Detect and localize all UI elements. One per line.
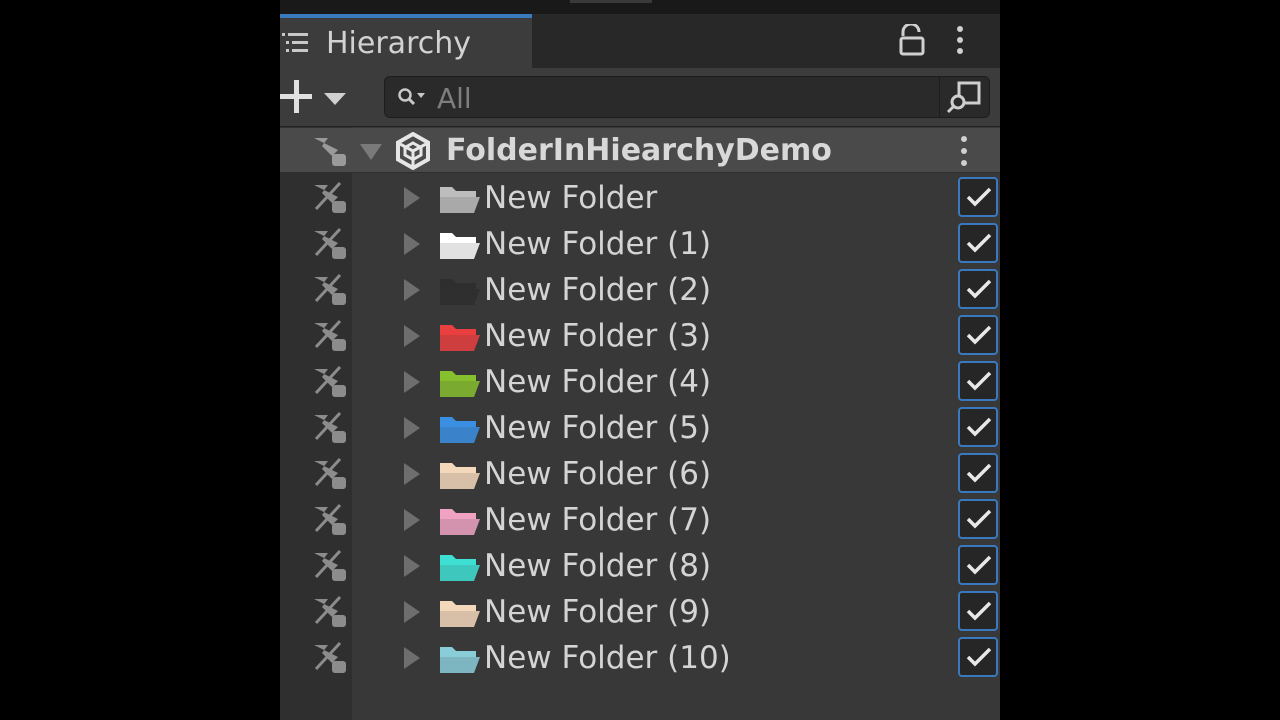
hidden-pickable-icon[interactable] bbox=[308, 361, 352, 401]
active-toggle[interactable] bbox=[958, 361, 998, 401]
triangle-right-icon[interactable] bbox=[398, 553, 424, 579]
checkmark-icon bbox=[966, 279, 992, 299]
hierarchy-row-label: New Folder (2) bbox=[484, 272, 712, 308]
folder-icon bbox=[440, 417, 480, 443]
folder-icon bbox=[440, 601, 480, 627]
hierarchy-row[interactable]: New Folder (8) bbox=[280, 543, 1000, 589]
checkmark-icon bbox=[966, 325, 992, 345]
folder-icon bbox=[440, 233, 480, 259]
checkmark-icon bbox=[966, 417, 992, 437]
hierarchy-row-label: New Folder (5) bbox=[484, 410, 712, 446]
hierarchy-row[interactable]: New Folder bbox=[280, 175, 1000, 221]
hierarchy-row[interactable]: New Folder (2) bbox=[280, 267, 1000, 313]
folder-icon bbox=[440, 509, 480, 535]
hidden-pickable-icon[interactable] bbox=[308, 545, 352, 585]
active-toggle[interactable] bbox=[958, 499, 998, 539]
hierarchy-row[interactable]: New Folder (6) bbox=[280, 451, 1000, 497]
triangle-right-icon[interactable] bbox=[398, 185, 424, 211]
active-toggle[interactable] bbox=[958, 315, 998, 355]
hidden-pickable-icon[interactable] bbox=[308, 177, 352, 217]
folder-icon bbox=[440, 279, 480, 305]
checkmark-icon bbox=[966, 555, 992, 575]
tab-bar: Hierarchy bbox=[280, 14, 1000, 68]
folder-icon bbox=[440, 647, 480, 673]
hierarchy-row-label: New Folder (3) bbox=[484, 318, 712, 354]
checkmark-icon bbox=[966, 233, 992, 253]
hierarchy-row[interactable]: New Folder (5) bbox=[280, 405, 1000, 451]
hierarchy-list-icon bbox=[282, 33, 308, 52]
scene-name: FolderInHiearchyDemo bbox=[446, 133, 832, 168]
hidden-pickable-icon[interactable] bbox=[308, 269, 352, 309]
triangle-right-icon[interactable] bbox=[398, 277, 424, 303]
scene-kebab-menu-icon[interactable] bbox=[954, 134, 974, 168]
search-icon bbox=[398, 88, 425, 106]
hierarchy-row[interactable]: New Folder (10) bbox=[280, 635, 1000, 681]
hierarchy-window: Hierarchy All FolderInHiearchyDemo New F… bbox=[280, 0, 1000, 720]
triangle-right-icon[interactable] bbox=[398, 415, 424, 441]
hierarchy-row[interactable]: New Folder (7) bbox=[280, 497, 1000, 543]
scene-search-icon[interactable] bbox=[945, 80, 985, 114]
checkmark-icon bbox=[966, 647, 992, 667]
triangle-right-icon[interactable] bbox=[398, 461, 424, 487]
triangle-down-icon[interactable] bbox=[358, 138, 384, 164]
search-field[interactable] bbox=[384, 76, 990, 118]
hidden-pickable-icon[interactable] bbox=[308, 223, 352, 263]
scene-row[interactable]: FolderInHiearchyDemo bbox=[280, 128, 1000, 173]
hierarchy-row-label: New Folder (6) bbox=[484, 456, 712, 492]
triangle-right-icon[interactable] bbox=[398, 231, 424, 257]
window-top-strip bbox=[280, 0, 1000, 14]
triangle-right-icon[interactable] bbox=[398, 369, 424, 395]
hidden-pickable-icon[interactable] bbox=[308, 315, 352, 355]
lock-icon[interactable] bbox=[898, 24, 926, 56]
hierarchy-row-label: New Folder (4) bbox=[484, 364, 712, 400]
active-toggle[interactable] bbox=[958, 637, 998, 677]
folder-icon bbox=[440, 555, 480, 581]
hidden-pickable-icon[interactable] bbox=[308, 407, 352, 447]
hidden-pickable-icon[interactable] bbox=[308, 591, 352, 631]
hierarchy-row-label: New Folder bbox=[484, 180, 658, 216]
hierarchy-row[interactable]: New Folder (1) bbox=[280, 221, 1000, 267]
folder-icon bbox=[440, 325, 480, 351]
window-drag-handle[interactable] bbox=[570, 0, 652, 3]
active-toggle[interactable] bbox=[958, 269, 998, 309]
triangle-right-icon[interactable] bbox=[398, 645, 424, 671]
tab-title: Hierarchy bbox=[326, 26, 472, 61]
unity-logo-icon bbox=[396, 132, 430, 170]
hierarchy-row-label: New Folder (7) bbox=[484, 502, 712, 538]
hierarchy-row-label: New Folder (9) bbox=[484, 594, 712, 630]
active-toggle[interactable] bbox=[958, 223, 998, 263]
hidden-pickable-icon[interactable] bbox=[308, 499, 352, 539]
hidden-pickable-icon[interactable] bbox=[308, 453, 352, 493]
hierarchy-row-label: New Folder (1) bbox=[484, 226, 712, 262]
hierarchy-toolbar bbox=[280, 68, 1000, 127]
hierarchy-row[interactable]: New Folder (3) bbox=[280, 313, 1000, 359]
active-toggle[interactable] bbox=[958, 453, 998, 493]
hierarchy-row-label: New Folder (8) bbox=[484, 548, 712, 584]
folder-icon bbox=[440, 187, 480, 213]
active-toggle[interactable] bbox=[958, 591, 998, 631]
search-input[interactable] bbox=[435, 81, 929, 115]
active-toggle[interactable] bbox=[958, 177, 998, 217]
checkmark-icon bbox=[966, 509, 992, 529]
triangle-right-icon[interactable] bbox=[398, 599, 424, 625]
checkmark-icon bbox=[966, 187, 992, 207]
active-toggle[interactable] bbox=[958, 407, 998, 447]
hidden-pickable-icon[interactable] bbox=[308, 637, 352, 677]
create-dropdown-button[interactable] bbox=[280, 78, 352, 118]
hierarchy-row[interactable]: New Folder (9) bbox=[280, 589, 1000, 635]
scene-visibility-icon[interactable] bbox=[308, 130, 352, 170]
triangle-right-icon[interactable] bbox=[398, 323, 424, 349]
checkmark-icon bbox=[966, 371, 992, 391]
folder-icon bbox=[440, 371, 480, 397]
checkmark-icon bbox=[966, 463, 992, 483]
kebab-menu-icon[interactable] bbox=[950, 24, 970, 56]
folder-icon bbox=[440, 463, 480, 489]
hierarchy-row-label: New Folder (10) bbox=[484, 640, 731, 676]
hierarchy-row[interactable]: New Folder (4) bbox=[280, 359, 1000, 405]
checkmark-icon bbox=[966, 601, 992, 621]
triangle-right-icon[interactable] bbox=[398, 507, 424, 533]
search-divider bbox=[939, 77, 940, 117]
tab-hierarchy[interactable]: Hierarchy bbox=[280, 14, 532, 68]
active-toggle[interactable] bbox=[958, 545, 998, 585]
